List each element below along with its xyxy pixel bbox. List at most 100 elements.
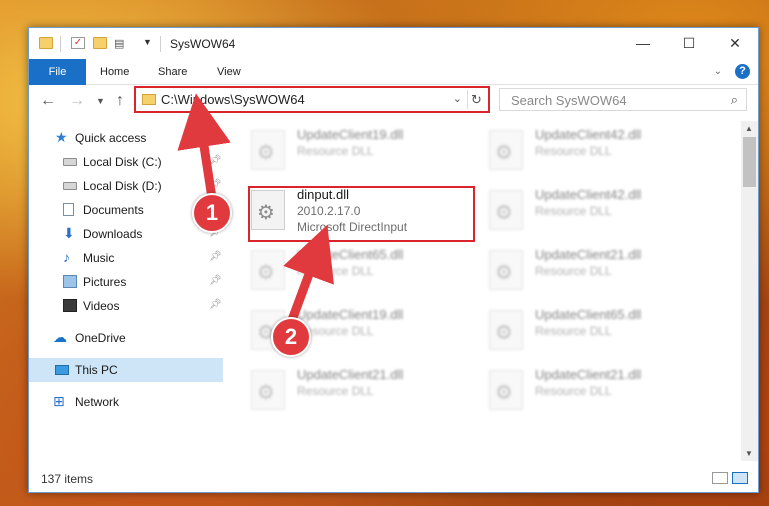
file-tile[interactable]: ⚙ UpdateClient19.dll Resource DLL <box>249 124 475 178</box>
minimize-button[interactable]: — <box>620 28 666 59</box>
file-name: UpdateClient19.dll <box>297 127 404 142</box>
divider <box>160 36 161 52</box>
sidebar-item-local-disk-c[interactable]: Local Disk (C:) 📌︎ <box>29 150 223 174</box>
expand-ribbon-icon[interactable]: ⌄ <box>714 66 722 77</box>
sidebar-item-label: Local Disk (D:) <box>83 179 162 193</box>
search-icon[interactable]: ⌕ <box>731 92 738 108</box>
title-bar: ✓ ▤ ▼ SysWOW64 — ☐ ✕ <box>29 28 758 59</box>
file-name: UpdateClient65.dll <box>535 307 642 322</box>
star-icon: ★ <box>55 129 68 145</box>
drive-icon <box>63 182 77 190</box>
file-list: ⚙ UpdateClient19.dll Resource DLL ⚙ Upda… <box>229 121 739 461</box>
sidebar-item-onedrive[interactable]: ☁ OneDrive <box>29 326 223 350</box>
pin-icon[interactable]: 📌︎ <box>209 251 222 262</box>
file-tile[interactable]: ⚙ UpdateClient65.dll Resource DLL <box>249 244 475 298</box>
videos-icon <box>63 299 77 312</box>
callout-badge-2: 2 <box>271 317 311 357</box>
sidebar-item-label: Videos <box>83 299 120 313</box>
file-description: Resource DLL <box>535 324 612 338</box>
file-highlight-box <box>248 186 475 242</box>
sidebar-item-label: Music <box>83 251 115 265</box>
computer-icon <box>55 365 69 375</box>
vertical-scrollbar[interactable]: ▲ ▼ <box>741 121 758 461</box>
file-description: Resource DLL <box>535 144 612 158</box>
new-folder-icon[interactable] <box>93 37 107 49</box>
sidebar-item-pictures[interactable]: Pictures 📌︎ <box>29 270 223 294</box>
file-description: Resource DLL <box>535 384 612 398</box>
gear-icon: ⚙ <box>495 202 513 224</box>
file-name: UpdateClient21.dll <box>535 367 642 382</box>
gear-icon: ⚙ <box>495 382 513 404</box>
customize-toolbar-icon[interactable]: ▤ <box>114 37 128 50</box>
chevron-down-icon[interactable]: ⌄ <box>453 92 462 105</box>
dll-file-icon: ⚙ <box>251 130 285 170</box>
file-tile[interactable]: ⚙ UpdateClient42.dll Resource DLL <box>487 184 713 238</box>
scroll-up-icon[interactable]: ▲ <box>745 124 753 133</box>
address-bar[interactable]: C:\Windows\SysWOW64 ⌄ ↻ <box>134 86 490 113</box>
refresh-icon[interactable]: ↻ <box>467 90 485 109</box>
dll-file-icon: ⚙ <box>251 250 285 290</box>
file-explorer-window: ✓ ▤ ▼ SysWOW64 — ☐ ✕ File Home Share Vie… <box>28 27 759 493</box>
tab-home[interactable]: Home <box>100 59 129 85</box>
downloads-icon: ⬇ <box>63 225 75 241</box>
tiles-view-icon[interactable] <box>732 472 748 484</box>
file-tile[interactable]: ⚙ UpdateClient21.dll Resource DLL <box>249 364 475 418</box>
sidebar-item-this-pc[interactable]: This PC <box>29 358 223 382</box>
callout-badge-1: 1 <box>192 193 232 233</box>
sidebar-item-videos[interactable]: Videos 📌︎ <box>29 294 223 318</box>
search-input[interactable]: Search SysWOW64 <box>511 93 627 108</box>
forward-arrow-icon[interactable]: → <box>69 92 85 110</box>
tab-share[interactable]: Share <box>158 59 187 85</box>
gear-icon: ⚙ <box>257 382 275 404</box>
pin-icon[interactable]: 📌︎ <box>209 155 222 166</box>
file-description: Resource DLL <box>297 264 374 278</box>
tab-view[interactable]: View <box>217 59 241 85</box>
search-box[interactable]: Search SysWOW64 ⌕ <box>499 88 747 111</box>
file-name: UpdateClient65.dll <box>297 247 404 262</box>
help-icon[interactable]: ? <box>735 64 750 79</box>
sidebar-item-quick-access[interactable]: ★ Quick access <box>29 126 223 150</box>
scroll-down-icon[interactable]: ▼ <box>745 449 753 458</box>
file-description: Resource DLL <box>535 204 612 218</box>
gear-icon: ⚙ <box>495 262 513 284</box>
address-path[interactable]: C:\Windows\SysWOW64 <box>161 92 305 107</box>
dll-file-icon: ⚙ <box>489 310 523 350</box>
details-view-icon[interactable] <box>712 472 728 484</box>
pin-icon[interactable]: 📌︎ <box>209 299 222 310</box>
pictures-icon <box>63 275 77 288</box>
up-arrow-icon[interactable]: ↑ <box>116 92 124 110</box>
back-arrow-icon[interactable]: ← <box>40 92 56 110</box>
pin-icon[interactable]: 📌︎ <box>209 179 222 190</box>
item-count: 137 items <box>41 472 94 486</box>
file-tile[interactable]: ⚙ UpdateClient21.dll Resource DLL <box>487 244 713 298</box>
tab-file[interactable]: File <box>29 59 86 85</box>
properties-icon[interactable]: ✓ <box>71 37 85 49</box>
sidebar-item-network[interactable]: ⊞ Network <box>29 390 223 414</box>
dll-file-icon: ⚙ <box>489 190 523 230</box>
window-title: SysWOW64 <box>170 37 236 51</box>
file-name: UpdateClient21.dll <box>297 367 404 382</box>
file-name: UpdateClient42.dll <box>535 127 642 142</box>
scrollbar-thumb[interactable] <box>743 137 756 187</box>
sidebar-item-local-disk-d[interactable]: Local Disk (D:) 📌︎ <box>29 174 223 198</box>
file-tile[interactable]: ⚙ UpdateClient65.dll Resource DLL <box>487 304 713 358</box>
sidebar-item-music[interactable]: ♪ Music 📌︎ <box>29 246 223 270</box>
maximize-button[interactable]: ☐ <box>666 28 712 59</box>
gear-icon: ⚙ <box>257 142 275 164</box>
file-tile[interactable]: ⚙ UpdateClient42.dll Resource DLL <box>487 124 713 178</box>
file-tile[interactable]: ⚙ UpdateClient21.dll Resource DLL <box>487 364 713 418</box>
ribbon: File Home Share View ⌄ ? <box>29 59 758 85</box>
sidebar-item-downloads[interactable]: ⬇ Downloads 📌︎ <box>29 222 223 246</box>
pin-icon[interactable]: 📌︎ <box>209 275 222 286</box>
music-icon: ♪ <box>63 249 70 265</box>
file-description: Resource DLL <box>297 144 374 158</box>
recent-locations-icon[interactable]: ▼ <box>96 96 105 106</box>
sidebar-item-label: Quick access <box>75 131 147 145</box>
chevron-down-icon[interactable]: ▼ <box>143 37 157 49</box>
folder-icon <box>39 37 53 49</box>
dll-file-icon: ⚙ <box>251 370 285 410</box>
dll-file-icon: ⚙ <box>489 370 523 410</box>
file-name: UpdateClient21.dll <box>535 247 642 262</box>
sidebar-item-label: Downloads <box>83 227 143 241</box>
close-button[interactable]: ✕ <box>712 28 758 59</box>
